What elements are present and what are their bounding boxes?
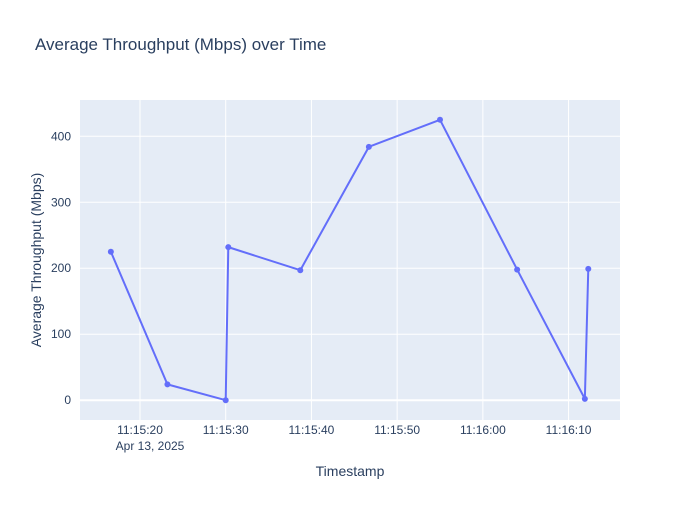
x-tick-label: 11:16:00: [460, 423, 506, 437]
data-point: [164, 381, 171, 388]
y-tick-label: 300: [51, 195, 71, 209]
data-point: [225, 244, 232, 251]
chart-canvas: 11:15:20 11:15:30 11:15:40 11:15:50 11:16:00…: [0, 0, 700, 500]
data-point: [365, 143, 372, 150]
data-point: [437, 116, 443, 123]
y-tick-label: 400: [51, 129, 71, 143]
data-point: [585, 265, 592, 272]
data-point: [514, 266, 521, 273]
x-tick-label: 11:15:30: [203, 423, 249, 437]
data-point: [222, 397, 229, 404]
plot-area: [80, 100, 620, 420]
line-chart: 11:15:20 11:15:30 11:15:40 11:15:50 11:16:00…: [0, 0, 700, 500]
x-tick-label: 11:15:40: [289, 423, 335, 437]
y-tick-label: 0: [64, 393, 71, 407]
x-tick-label: 11:16:10: [546, 423, 592, 437]
y-tick-label: 200: [51, 261, 71, 275]
y-tick-label: 100: [51, 327, 71, 341]
data-point: [107, 248, 114, 255]
data-point: [581, 395, 588, 402]
x-axis-date-label: Apr 13, 2025: [116, 439, 185, 453]
chart-title: Average Throughput (Mbps) over Time: [35, 35, 326, 54]
y-axis-title: Average Throughput (Mbps): [28, 173, 44, 348]
data-point: [297, 267, 304, 274]
x-tick-label: 11:15:50: [374, 423, 420, 437]
x-tick-label: 11:15:20: [117, 423, 163, 437]
x-axis-title: Timestamp: [316, 463, 385, 479]
